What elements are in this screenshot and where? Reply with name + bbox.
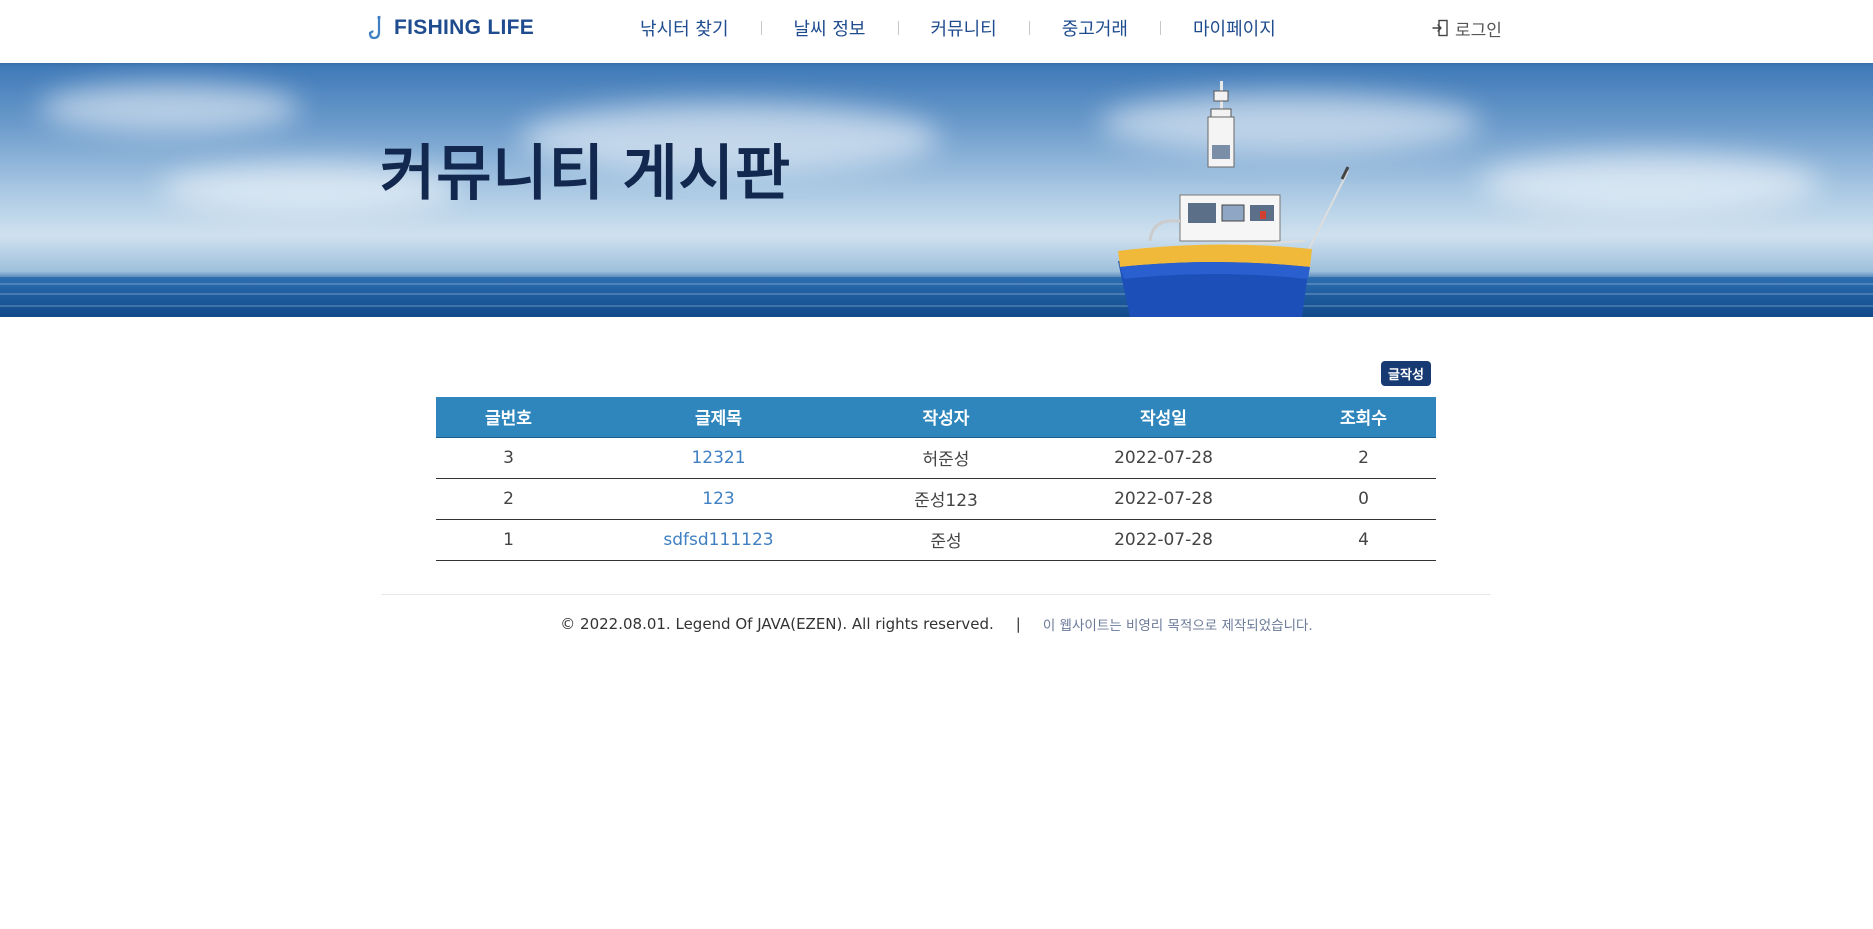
post-author: 준성123 — [856, 478, 1036, 520]
community-board-table: 글번호 글제목 작성자 작성일 조회수 3 12321 허준성 2022-07-… — [436, 397, 1436, 561]
post-title-link[interactable]: sdfsd111123 — [581, 519, 856, 561]
nav-item-used-market[interactable]: 중고거래 — [1062, 15, 1128, 41]
post-date: 2022-07-28 — [1036, 437, 1291, 479]
site-header: FISHING LIFE 낚시터 찾기 날씨 정보 커뮤니티 중고거래 마이페이… — [0, 0, 1873, 63]
nav-item-fishing-spots[interactable]: 낚시터 찾기 — [640, 15, 729, 41]
login-door-icon — [1432, 19, 1448, 37]
post-author: 준성 — [856, 519, 1036, 561]
table-header-row: 글번호 글제목 작성자 작성일 조회수 — [436, 397, 1436, 438]
page-title: 커뮤니티 게시판 — [380, 140, 792, 207]
footer-divider — [381, 594, 1491, 595]
copyright-text: © 2022.08.01. Legend Of JAVA(EZEN). All … — [560, 615, 994, 633]
sea — [0, 277, 1873, 317]
table-row: 2 123 준성123 2022-07-28 0 — [436, 478, 1436, 520]
cloud-decoration — [1480, 153, 1820, 213]
write-post-button[interactable]: 글작성 — [1381, 361, 1431, 386]
post-date: 2022-07-28 — [1036, 519, 1291, 561]
footer-separator: | — [1015, 615, 1021, 633]
fishing-hook-icon — [368, 15, 381, 40]
post-title-link[interactable]: 123 — [581, 478, 856, 520]
cloud-decoration — [40, 83, 300, 133]
post-date: 2022-07-28 — [1036, 478, 1291, 520]
table-row: 1 sdfsd111123 준성 2022-07-28 4 — [436, 519, 1436, 561]
table-row: 3 12321 허준성 2022-07-28 2 — [436, 437, 1436, 479]
post-views: 2 — [1291, 437, 1436, 479]
post-title-link[interactable]: 12321 — [581, 437, 856, 479]
nav-item-community[interactable]: 커뮤니티 — [931, 15, 997, 41]
post-number: 3 — [436, 437, 581, 479]
main-nav: 낚시터 찾기 날씨 정보 커뮤니티 중고거래 마이페이지 — [640, 14, 1276, 42]
nav-divider — [1160, 21, 1161, 35]
login-button[interactable]: 로그인 — [1432, 15, 1502, 41]
post-author: 허준성 — [856, 437, 1036, 479]
fishing-boat-image — [1118, 81, 1350, 317]
column-header-date: 작성일 — [1036, 397, 1291, 438]
column-header-title: 글제목 — [581, 397, 856, 438]
column-header-no: 글번호 — [436, 397, 581, 438]
footer-note: 이 웹사이트는 비영리 목적으로 제작되었습니다. — [1042, 618, 1313, 634]
hero-banner: 커뮤니티 게시판 — [0, 63, 1873, 317]
post-views: 0 — [1291, 478, 1436, 520]
nav-divider — [897, 21, 899, 35]
post-number: 2 — [436, 478, 581, 520]
post-views: 4 — [1291, 519, 1436, 561]
post-number: 1 — [436, 519, 581, 561]
nav-item-weather[interactable]: 날씨 정보 — [794, 15, 866, 41]
nav-divider — [760, 21, 762, 35]
logo-text: FISHING LIFE — [394, 16, 535, 39]
nav-divider — [1028, 21, 1030, 35]
site-logo[interactable]: FISHING LIFE — [368, 14, 534, 42]
column-header-author: 작성자 — [856, 397, 1036, 438]
column-header-views: 조회수 — [1291, 397, 1436, 438]
login-label: 로그인 — [1455, 20, 1502, 41]
site-footer: © 2022.08.01. Legend Of JAVA(EZEN). All … — [0, 614, 1873, 634]
nav-item-mypage[interactable]: 마이페이지 — [1193, 15, 1276, 41]
